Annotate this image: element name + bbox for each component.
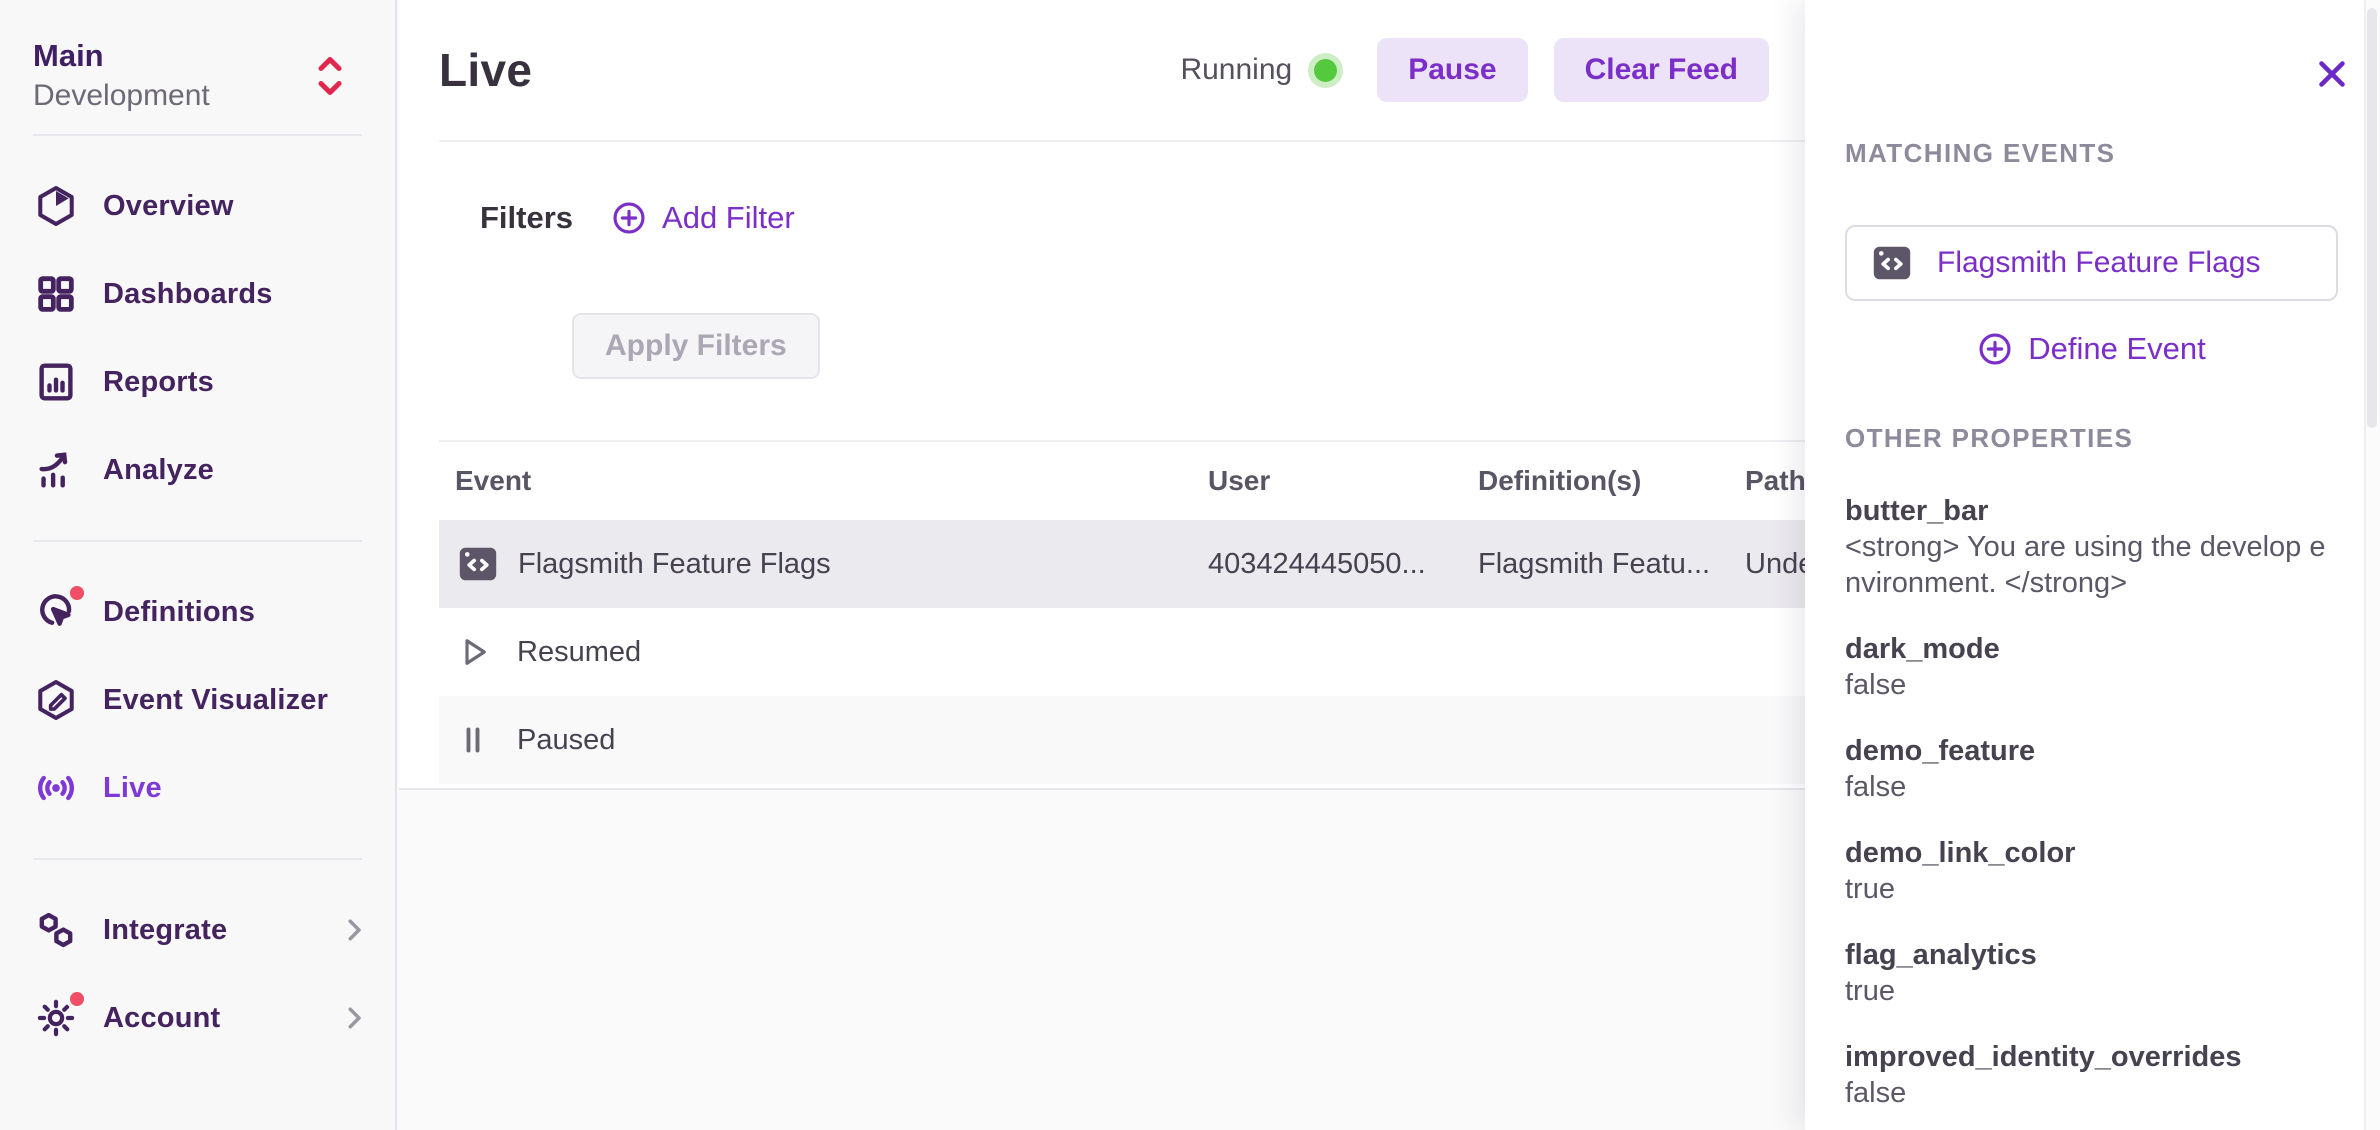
sidebar-item-label: Analyze bbox=[103, 454, 214, 487]
sidebar-item-live[interactable]: Live bbox=[0, 744, 395, 832]
property-item: dark_mode false bbox=[1845, 631, 2338, 703]
event-definitions: Flagsmith Featu... bbox=[1462, 548, 1729, 581]
column-header-event: Event bbox=[439, 465, 1192, 497]
clear-feed-button[interactable]: Clear Feed bbox=[1554, 38, 1769, 102]
define-event-label: Define Event bbox=[2028, 331, 2206, 367]
sidebar-item-label: Dashboards bbox=[103, 278, 273, 311]
sidebar-nav-tertiary: Integrate Account bbox=[0, 878, 395, 1070]
matching-events-heading: MATCHING EVENTS bbox=[1845, 138, 2338, 169]
chevron-right-icon bbox=[339, 915, 369, 945]
code-window-icon bbox=[455, 541, 501, 587]
define-event-row: Define Event bbox=[1845, 319, 2338, 379]
sidebar-item-label: Live bbox=[103, 772, 162, 805]
property-item: demo_link_color true bbox=[1845, 835, 2338, 907]
filters-label: Filters bbox=[480, 200, 573, 236]
project-environment: Development bbox=[33, 76, 362, 116]
status-row-label: Paused bbox=[517, 724, 615, 757]
overview-icon bbox=[33, 183, 79, 229]
plus-circle-icon bbox=[611, 200, 647, 236]
sidebar-item-overview[interactable]: Overview bbox=[0, 162, 395, 250]
page-header: Live Running Pause Clear Feed bbox=[439, 0, 1805, 142]
sidebar-divider bbox=[33, 134, 362, 136]
property-item: flag_analytics true bbox=[1845, 937, 2338, 1009]
property-value: true bbox=[1845, 973, 2338, 1009]
close-icon[interactable] bbox=[2310, 52, 2354, 96]
project-switcher[interactable]: Main Development bbox=[0, 0, 395, 116]
analyze-icon bbox=[33, 447, 79, 493]
property-value: false bbox=[1845, 667, 2338, 703]
property-value: true bbox=[1845, 871, 2338, 907]
column-header-user: User bbox=[1192, 465, 1462, 497]
panel-scrollbar[interactable] bbox=[2364, 0, 2380, 1130]
property-name: improved_identity_overrides bbox=[1845, 1039, 2338, 1075]
sidebar-item-event-visualizer[interactable]: Event Visualizer bbox=[0, 656, 395, 744]
property-item: improved_identity_overrides false bbox=[1845, 1039, 2338, 1111]
notification-dot bbox=[66, 988, 88, 1010]
property-name: dark_mode bbox=[1845, 631, 2338, 667]
sidebar-item-reports[interactable]: Reports bbox=[0, 338, 395, 426]
integrate-icon bbox=[33, 907, 79, 953]
pause-button[interactable]: Pause bbox=[1377, 38, 1527, 102]
sidebar-item-label: Overview bbox=[103, 190, 234, 223]
definitions-icon bbox=[33, 589, 79, 635]
add-filter-label: Add Filter bbox=[662, 200, 795, 236]
live-icon bbox=[33, 765, 79, 811]
up-down-chevron-icon bbox=[315, 52, 345, 100]
property-value: <strong> You are using the develop envir… bbox=[1845, 529, 2338, 601]
column-header-definitions: Definition(s) bbox=[1462, 465, 1729, 497]
plus-circle-icon bbox=[1977, 331, 2013, 367]
sidebar-item-dashboards[interactable]: Dashboards bbox=[0, 250, 395, 338]
matching-event-name: Flagsmith Feature Flags bbox=[1937, 246, 2260, 280]
page-title: Live bbox=[439, 43, 532, 97]
code-window-icon bbox=[1869, 240, 1915, 286]
matching-event-item[interactable]: Flagsmith Feature Flags bbox=[1845, 225, 2338, 301]
other-properties-heading: OTHER PROPERTIES bbox=[1845, 423, 2338, 454]
add-filter-button[interactable]: Add Filter bbox=[611, 200, 795, 236]
dashboards-icon bbox=[33, 271, 79, 317]
event-visualizer-icon bbox=[33, 677, 79, 723]
sidebar-divider bbox=[33, 540, 362, 542]
sidebar-item-analyze[interactable]: Analyze bbox=[0, 426, 395, 514]
sidebar-item-definitions[interactable]: Definitions bbox=[0, 568, 395, 656]
event-name: Flagsmith Feature Flags bbox=[518, 548, 831, 581]
status-row-label: Resumed bbox=[517, 636, 641, 669]
define-event-button[interactable]: Define Event bbox=[1977, 331, 2206, 367]
filters-bar: Filters Add Filter bbox=[480, 200, 795, 236]
apply-filters-button[interactable]: Apply Filters bbox=[572, 313, 820, 379]
notification-dot bbox=[66, 582, 88, 604]
sidebar-item-account[interactable]: Account bbox=[0, 974, 395, 1062]
property-name: flag_analytics bbox=[1845, 937, 2338, 973]
sidebar-item-label: Reports bbox=[103, 366, 214, 399]
property-name: butter_bar bbox=[1845, 493, 2338, 529]
property-value: false bbox=[1845, 1075, 2338, 1111]
feed-status: Running bbox=[1180, 53, 1337, 87]
event-detail-panel: MATCHING EVENTS Flagsmith Feature Flags … bbox=[1805, 0, 2380, 1130]
event-user: 403424445050... bbox=[1192, 548, 1462, 581]
properties-list: butter_bar <strong> You are using the de… bbox=[1845, 493, 2338, 1111]
sidebar-nav-secondary: Definitions Event Visualizer Live bbox=[0, 560, 395, 840]
header-actions: Running Pause Clear Feed bbox=[1180, 38, 1769, 102]
property-item: butter_bar <strong> You are using the de… bbox=[1845, 493, 2338, 601]
sidebar-divider bbox=[33, 858, 362, 860]
project-name: Main bbox=[33, 36, 362, 76]
sidebar-nav-primary: Overview Dashboards Reports bbox=[0, 154, 395, 522]
status-label: Running bbox=[1180, 53, 1292, 87]
sidebar-item-label: Integrate bbox=[103, 914, 227, 947]
chevron-right-icon bbox=[339, 1003, 369, 1033]
running-indicator-dot bbox=[1314, 59, 1337, 82]
property-value: false bbox=[1845, 769, 2338, 805]
property-item: demo_feature false bbox=[1845, 733, 2338, 805]
sidebar: Main Development Overview bbox=[0, 0, 397, 1130]
pause-icon bbox=[455, 722, 491, 758]
sidebar-item-label: Account bbox=[103, 1002, 220, 1035]
sidebar-item-integrate[interactable]: Integrate bbox=[0, 886, 395, 974]
gear-icon bbox=[33, 995, 79, 1041]
reports-icon bbox=[33, 359, 79, 405]
sidebar-item-label: Event Visualizer bbox=[103, 684, 328, 717]
play-icon bbox=[455, 634, 491, 670]
sidebar-item-label: Definitions bbox=[103, 596, 255, 629]
property-name: demo_feature bbox=[1845, 733, 2338, 769]
panel-scrollbar-thumb[interactable] bbox=[2367, 8, 2377, 428]
property-name: demo_link_color bbox=[1845, 835, 2338, 871]
